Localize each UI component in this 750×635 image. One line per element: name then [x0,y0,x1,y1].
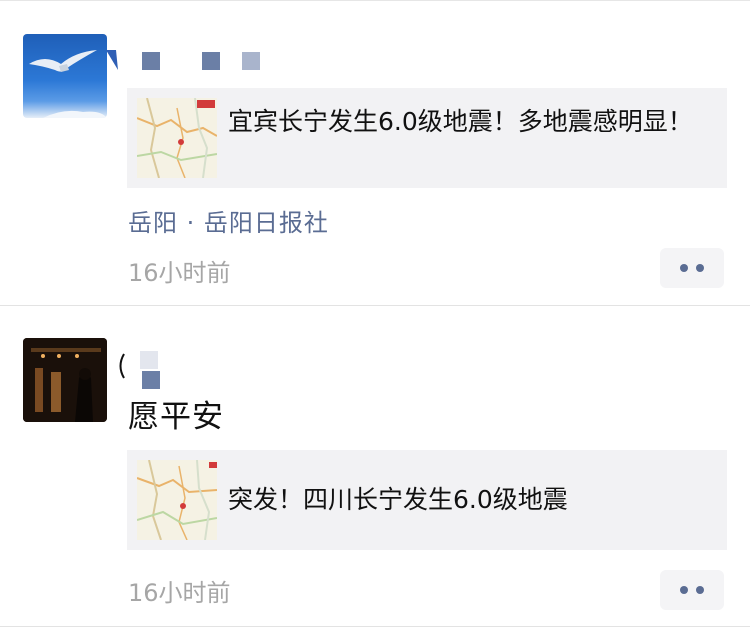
map-thumbnail [137,98,217,178]
location-link[interactable]: 岳阳 · 岳阳日报社 [128,203,329,238]
author-name-redacted[interactable] [116,351,176,395]
avatar[interactable] [23,338,107,422]
shared-article-title: 突发！四川长宁发生6.0级地震 [228,485,568,514]
redacted-block [202,52,220,70]
dot-icon [696,586,704,594]
redaction-mark-icon [106,50,118,70]
post-timestamp: 16小时前 [128,579,231,607]
post-timestamp: 16小时前 [128,259,231,287]
map-thumbnail [137,460,217,540]
shared-article-title: 宜宾长宁发生6.0级地震！多地震感明显！ [228,107,693,136]
redacted-block [142,52,160,70]
dot-icon [696,264,704,272]
shared-article-card[interactable]: 宜宾长宁发生6.0级地震！多地震感明显！ [127,88,727,188]
post-text: 愿平安 [128,399,224,435]
seagull-photo-icon [29,50,107,118]
moment-post: 宜宾长宁发生6.0级地震！多地震感明显！ 岳阳 · 岳阳日报社 16小时前 [0,0,750,306]
night-scene-photo-icon [23,338,107,422]
moment-post: 愿平安 突发！四川长宁发生6.0级地震 16小时前 [0,307,750,627]
post-divider [0,626,750,627]
open-paren-mark-icon [119,353,125,379]
post-divider [0,305,750,306]
dot-icon [680,264,688,272]
dot-icon [680,586,688,594]
redacted-block [142,371,160,389]
author-name-redacted[interactable] [106,50,266,76]
shared-article-card[interactable]: 突发！四川长宁发生6.0级地震 [127,450,727,550]
avatar[interactable] [23,34,107,118]
redacted-block [140,351,158,369]
more-actions-button[interactable] [660,570,724,610]
map-icon [137,460,217,540]
redacted-block [242,52,260,70]
map-icon [137,98,217,178]
more-actions-button[interactable] [660,248,724,288]
